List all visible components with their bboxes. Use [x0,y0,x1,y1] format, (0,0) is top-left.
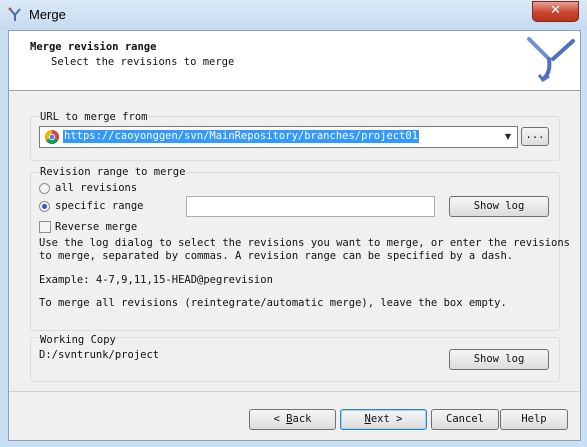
revision-group-label: Revision range to merge [39,166,187,178]
url-group-label: URL to merge from [39,111,149,123]
revision-range-input[interactable] [186,196,435,217]
bottom-separator [9,391,580,392]
specific-range-radio[interactable] [39,201,50,212]
help-text-line-1: Use the log dialog to select the revisio… [39,237,571,249]
reverse-merge-label[interactable]: Reverse merge [55,221,137,233]
back-label: ack [292,413,312,425]
reintegrate-hint: To merge all revisions (reintegrate/auto… [39,297,507,309]
url-input-text[interactable]: https://caoyonggen/svn/MainRepository/br… [63,130,420,143]
browse-button[interactable]: ... [521,127,549,146]
help-button[interactable]: Help [500,409,568,430]
chrome-icon [45,130,59,144]
url-combobox[interactable]: https://caoyonggen/svn/MainRepository/br… [39,126,518,148]
back-arrow: < [273,413,280,425]
working-copy-path: D:/svntrunk/project [39,349,160,361]
next-button[interactable]: Next > [340,409,427,430]
window-title: Merge [29,7,66,22]
chevron-down-icon[interactable]: ▼ [501,127,515,147]
radio-selected-dot [42,204,47,209]
page-title: Merge revision range [30,41,157,53]
help-text-line-2: to merge, separated by commas. A revisio… [39,250,514,262]
next-label: ext [370,413,390,425]
tortoisesvn-logo [527,37,575,83]
example-text: Example: 4-7,9,11,15-HEAD@pegrevision [39,274,273,286]
close-button[interactable]: ✕ [532,1,579,22]
merge-app-icon [8,7,21,21]
page-subtitle: Select the revisions to merge [51,56,235,68]
working-copy-label: Working Copy [39,334,117,346]
all-revisions-label[interactable]: all revisions [55,182,137,194]
all-revisions-radio[interactable] [39,183,50,194]
specific-range-label[interactable]: specific range [55,200,144,212]
close-icon: ✕ [550,3,561,18]
dialog-body: Merge revision range Select the revision… [8,30,581,441]
show-log-button[interactable]: Show log [449,196,549,217]
next-arrow: > [396,413,403,425]
working-copy-show-log-button[interactable]: Show log [449,349,549,370]
title-bar[interactable]: Merge ✕ [0,0,587,30]
wizard-header: Merge revision range Select the revision… [9,31,580,91]
cancel-button[interactable]: Cancel [431,409,499,430]
back-button[interactable]: < Back [249,409,336,430]
reverse-merge-checkbox[interactable] [39,221,51,233]
